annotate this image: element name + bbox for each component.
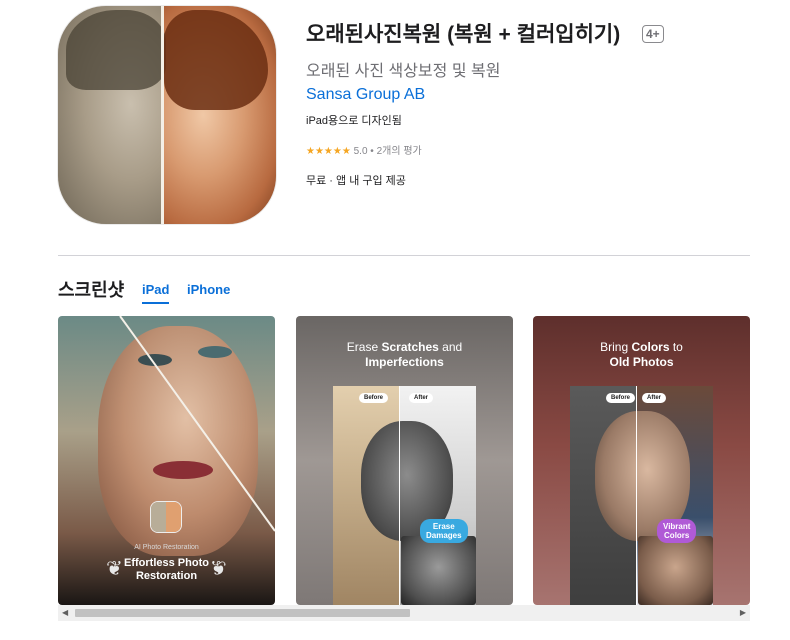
shot3-head-line2: Old Photos	[609, 355, 674, 369]
screenshot-2[interactable]: Erase Scratches and Imperfections Before…	[296, 316, 513, 605]
device-note: iPad용으로 디자인됨	[306, 115, 402, 127]
developer-link[interactable]: Sansa Group AB	[306, 86, 425, 104]
shot2-inset-photo	[401, 536, 476, 605]
shot1-big-caption: Effortless Photo Restoration	[58, 557, 275, 583]
age-rating-badge: 4+	[642, 25, 664, 43]
tab-ipad[interactable]: iPad	[142, 282, 170, 304]
divider-line	[58, 255, 750, 256]
scrollbar-thumb[interactable]	[75, 609, 410, 617]
scroll-left-arrow-icon[interactable]: ◀	[62, 608, 68, 617]
laurel-left-icon: ❦	[106, 558, 123, 580]
shot3-head-b: Colors	[631, 340, 670, 354]
shot2-before-label: Before	[359, 393, 389, 403]
shot3-heading: Bring Colors to Old Photos	[533, 340, 750, 370]
tab-iphone[interactable]: iPhone	[187, 282, 230, 302]
shot3-photo-divider	[636, 386, 637, 605]
shot1-caption-line1: Effortless Photo	[124, 557, 209, 569]
star-rating-icon: ★★★★★	[306, 146, 351, 157]
rating-count: 2개의 평가	[376, 146, 422, 157]
shot2-heading: Erase Scratches and Imperfections	[296, 340, 513, 370]
shot3-photo: Before After	[570, 386, 713, 605]
screenshot-3[interactable]: Bring Colors to Old Photos Before After …	[533, 316, 750, 605]
shot2-head-a: Erase	[346, 340, 382, 354]
shot2-head-line2: Imperfections	[365, 355, 444, 369]
laurel-right-icon: ❦	[210, 558, 227, 580]
shot2-bubble-line2: Damages	[426, 531, 462, 540]
app-icon	[58, 6, 276, 224]
shot3-head-a: Bring	[600, 340, 632, 354]
rating-value: 5.0	[353, 146, 368, 157]
mini-app-icon	[151, 502, 181, 532]
app-title: 오래된사진복원 (복원 + 컬러입히기)	[306, 23, 621, 46]
screenshot-1[interactable]: AI Photo Restoration Effortless Photo Re…	[58, 316, 275, 605]
horizontal-scrollbar[interactable]: ◀ ▶	[58, 605, 750, 621]
shot3-bubble-line2: Colors	[664, 531, 690, 540]
app-icon-hair-old	[66, 10, 166, 90]
shot3-head-c: to	[669, 340, 683, 354]
shot2-head-b: Scratches	[381, 340, 439, 354]
shot3-inset-photo	[638, 536, 713, 605]
shot3-bubble: Vibrant Colors	[657, 519, 697, 543]
rating-row: ★★★★★ 5.0 • 2개의 평가	[306, 142, 422, 157]
shot2-bubble-line1: Erase	[432, 522, 455, 531]
shot2-photo-divider	[399, 386, 400, 605]
shot3-before-label: Before	[606, 393, 636, 403]
shot3-after-label: After	[642, 393, 667, 403]
scroll-right-arrow-icon[interactable]: ▶	[740, 608, 746, 617]
shot2-head-c: and	[438, 340, 463, 354]
shot3-bubble-line1: Vibrant	[663, 522, 691, 531]
app-icon-divider	[161, 6, 164, 224]
shot1-small-caption: AI Photo Restoration	[134, 544, 199, 551]
price-info: 무료 · 앱 내 구입 제공	[306, 175, 406, 187]
shot2-after-label: After	[409, 393, 434, 403]
screenshots-title: 스크린샷	[58, 280, 125, 300]
app-subtitle: 오래된 사진 색상보정 및 복원	[306, 63, 501, 80]
shot2-bubble: Erase Damages	[420, 519, 468, 543]
shot1-caption-line2: Restoration	[135, 570, 198, 582]
